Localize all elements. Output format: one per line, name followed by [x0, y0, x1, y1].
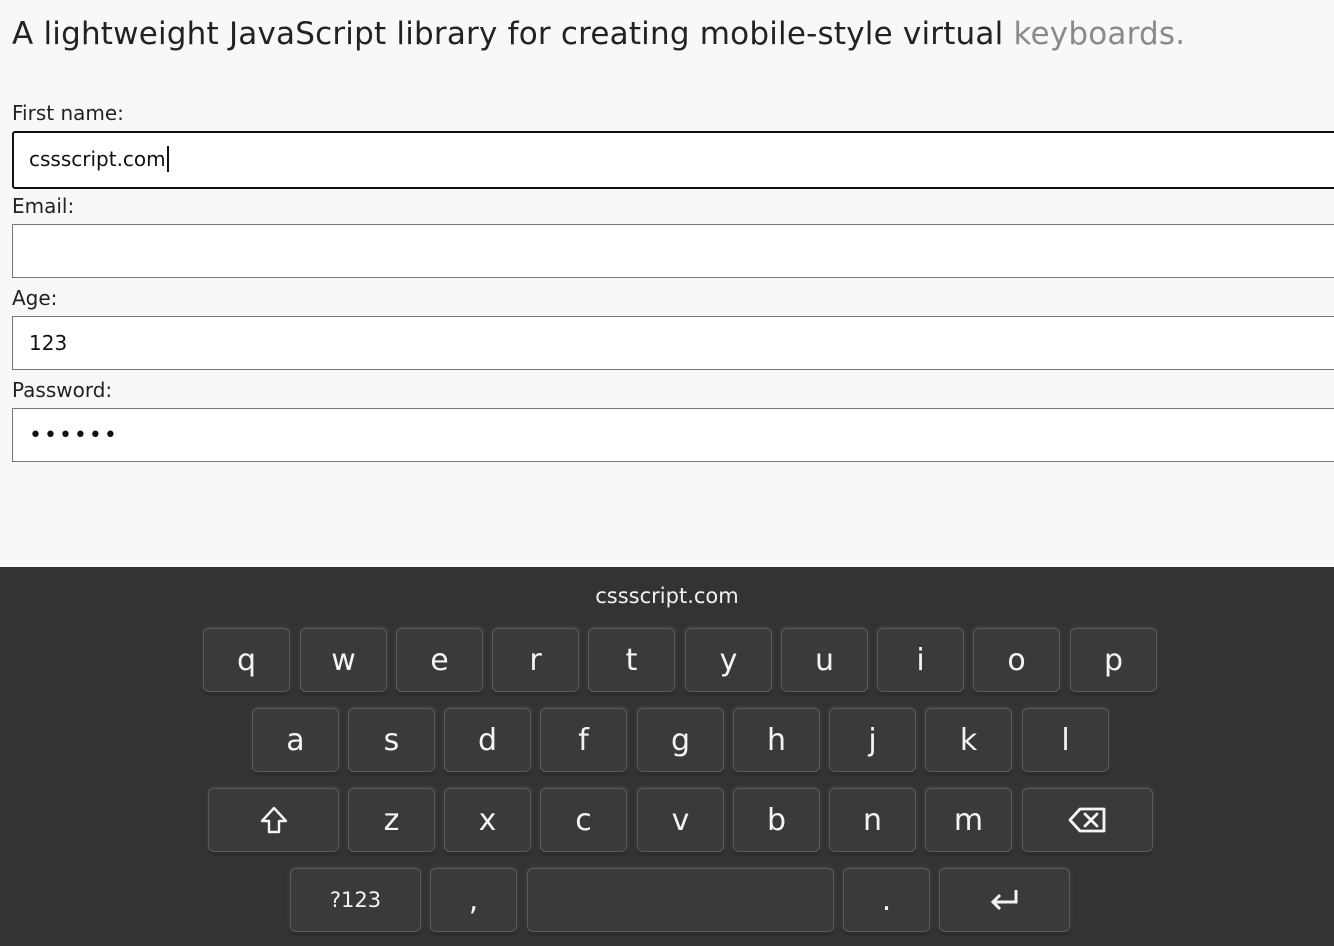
- key-l[interactable]: l: [1022, 708, 1109, 772]
- backspace-key[interactable]: [1022, 788, 1153, 852]
- age-input[interactable]: 123: [12, 316, 1334, 370]
- key-v[interactable]: v: [637, 788, 724, 852]
- key-p[interactable]: p: [1070, 628, 1157, 692]
- key-comma[interactable]: ,: [430, 868, 517, 932]
- shift-arrow-up-icon: [260, 806, 287, 834]
- shift-key[interactable]: [208, 788, 339, 852]
- key-t[interactable]: t: [588, 628, 675, 692]
- age-value: 123: [29, 331, 68, 355]
- key-q[interactable]: q: [203, 628, 290, 692]
- email-input[interactable]: [12, 224, 1334, 278]
- first-name-input[interactable]: cssscript.com: [12, 131, 1334, 189]
- enter-key[interactable]: [939, 868, 1070, 932]
- enter-return-icon: [990, 890, 1017, 911]
- key-f[interactable]: f: [540, 708, 627, 772]
- page: A lightweight JavaScript library for cre…: [0, 0, 1334, 946]
- page-headline: A lightweight JavaScript library for cre…: [12, 16, 1185, 52]
- keyboard-preview-text: cssscript.com: [595, 584, 739, 608]
- key-w[interactable]: w: [300, 628, 387, 692]
- key-e[interactable]: e: [396, 628, 483, 692]
- key-k[interactable]: k: [925, 708, 1012, 772]
- password-label: Password:: [12, 378, 113, 402]
- key-y[interactable]: y: [685, 628, 772, 692]
- numbers-toggle-key[interactable]: ?123: [290, 868, 421, 932]
- key-g[interactable]: g: [637, 708, 724, 772]
- key-m[interactable]: m: [925, 788, 1012, 852]
- key-period[interactable]: .: [843, 868, 930, 932]
- first-name-label: First name:: [12, 101, 124, 125]
- password-value: ••••••: [29, 423, 119, 448]
- key-h[interactable]: h: [733, 708, 820, 772]
- space-key[interactable]: [527, 868, 834, 932]
- backspace-icon: [1068, 807, 1105, 833]
- key-n[interactable]: n: [829, 788, 916, 852]
- key-b[interactable]: b: [733, 788, 820, 852]
- email-label: Email:: [12, 194, 75, 218]
- virtual-keyboard: cssscript.com q w e r t y u i o p a s d …: [0, 567, 1334, 946]
- age-label: Age:: [12, 286, 58, 310]
- key-o[interactable]: o: [973, 628, 1060, 692]
- key-u[interactable]: u: [781, 628, 868, 692]
- key-c[interactable]: c: [540, 788, 627, 852]
- key-s[interactable]: s: [348, 708, 435, 772]
- headline-text: A lightweight JavaScript library for cre…: [12, 16, 1014, 52]
- key-a[interactable]: a: [252, 708, 339, 772]
- key-d[interactable]: d: [444, 708, 531, 772]
- text-caret: [166, 145, 169, 172]
- key-x[interactable]: x: [444, 788, 531, 852]
- password-input[interactable]: ••••••: [12, 408, 1334, 462]
- key-r[interactable]: r: [492, 628, 579, 692]
- key-i[interactable]: i: [877, 628, 964, 692]
- key-j[interactable]: j: [829, 708, 916, 772]
- headline-faded-text: keyboards.: [1013, 16, 1186, 52]
- first-name-value: cssscript.com: [29, 147, 166, 171]
- key-z[interactable]: z: [348, 788, 435, 852]
